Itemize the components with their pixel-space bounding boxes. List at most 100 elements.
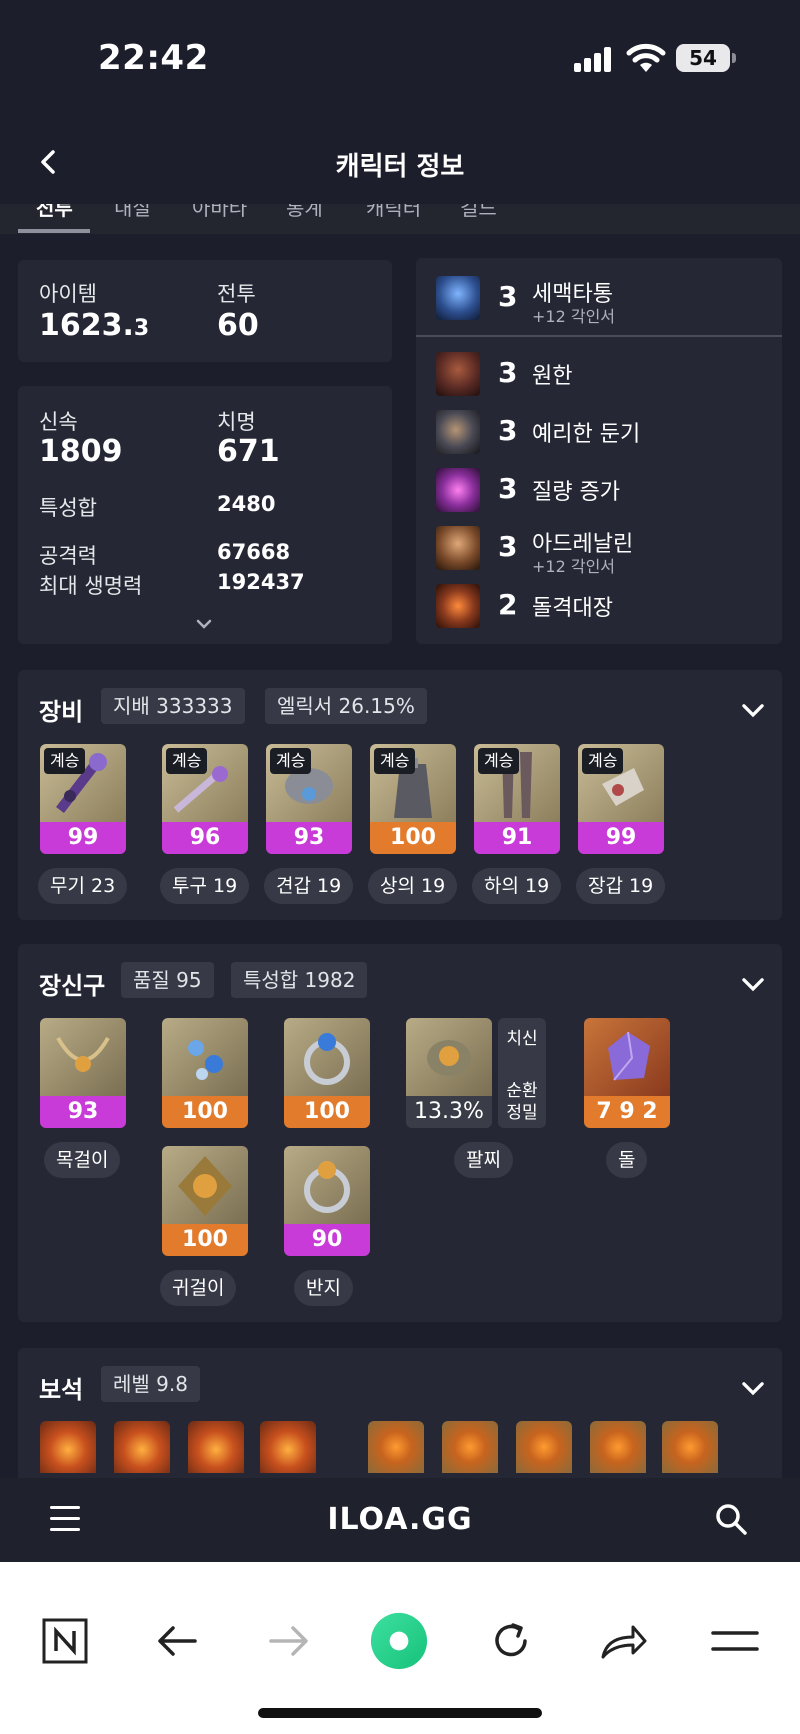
quality-value: 91 bbox=[474, 822, 560, 854]
quality-value: 99 bbox=[40, 822, 126, 854]
inherit-badge: 계승 bbox=[270, 748, 312, 774]
tab-avatar[interactable]: 아바타 bbox=[192, 204, 247, 221]
equipment-shoulder[interactable]: 계승 93 bbox=[266, 744, 352, 854]
combat-level-value: 60 bbox=[217, 308, 259, 343]
quality-value: 100 bbox=[162, 1224, 248, 1256]
status-time: 22:42 bbox=[98, 38, 209, 78]
quality-value: 99 bbox=[578, 822, 664, 854]
equipment-weapon[interactable]: 계승 99 bbox=[40, 744, 126, 854]
accessories-card: 장신구 품질 95 특성합 1982 bbox=[18, 944, 782, 1322]
arrow-right-icon bbox=[269, 1626, 308, 1656]
attack-label: 공격력 bbox=[39, 544, 97, 568]
refresh-button[interactable] bbox=[482, 1612, 540, 1670]
green-dot-icon bbox=[370, 1612, 428, 1670]
share-button[interactable] bbox=[594, 1612, 652, 1670]
naver-n-icon bbox=[42, 1618, 88, 1664]
tab-characters[interactable]: 캐릭터 bbox=[366, 204, 421, 221]
engraving-level: 3 bbox=[498, 530, 518, 563]
engraving-name: 원한 bbox=[532, 364, 573, 389]
active-tab-indicator bbox=[18, 229, 90, 233]
shoulder-label: 견갑 19 bbox=[264, 868, 354, 904]
elixir-chip: 엘릭서 26.15% bbox=[265, 688, 427, 724]
quality-value: 100 bbox=[162, 1096, 248, 1128]
earring-item[interactable]: 100 bbox=[162, 1018, 248, 1128]
bracelet-item[interactable]: 13.3% bbox=[406, 1018, 492, 1128]
tab-interior[interactable]: 내실 bbox=[114, 204, 151, 221]
earring-label: 귀걸이 bbox=[160, 1270, 237, 1306]
equipment-pants[interactable]: 계승 91 bbox=[474, 744, 560, 854]
page-title: 캐릭터 정보 bbox=[335, 152, 465, 182]
browser-menu-button[interactable] bbox=[706, 1612, 764, 1670]
green-dot-button[interactable] bbox=[370, 1612, 428, 1670]
app-bottom-bar: ILOA.GG bbox=[0, 1478, 800, 1562]
crit-label: 치명 bbox=[217, 410, 256, 434]
gem-annihilation-icon[interactable] bbox=[260, 1421, 316, 1473]
max-hp-label: 최대 생명력 bbox=[39, 574, 143, 598]
expand-chevron-icon[interactable] bbox=[196, 618, 212, 630]
inherit-badge: 계승 bbox=[582, 748, 624, 774]
crit-value: 671 bbox=[217, 434, 280, 469]
tab-guild[interactable]: 길드 bbox=[460, 204, 497, 221]
site-logo[interactable]: ILOA.GG bbox=[0, 1502, 800, 1537]
equipment-helmet[interactable]: 계승 96 bbox=[162, 744, 248, 854]
bracelet-effect: 치신 bbox=[506, 1029, 538, 1049]
gem-crimson-icon[interactable] bbox=[516, 1421, 572, 1473]
tab-stats[interactable]: 통계 bbox=[286, 204, 323, 221]
equipment-chest[interactable]: 계승 100 bbox=[370, 744, 456, 854]
ring-item[interactable]: 100 bbox=[284, 1018, 370, 1128]
engraving-level: 3 bbox=[498, 280, 518, 313]
collapse-chevron-icon[interactable] bbox=[740, 972, 766, 998]
equipment-gloves[interactable]: 계승 99 bbox=[578, 744, 664, 854]
gem-annihilation-icon[interactable] bbox=[40, 1421, 96, 1473]
gem-crimson-icon[interactable] bbox=[662, 1421, 718, 1473]
naver-home-button[interactable] bbox=[36, 1612, 94, 1670]
gem-annihilation-icon[interactable] bbox=[114, 1421, 170, 1473]
gem-crimson-icon[interactable] bbox=[368, 1421, 424, 1473]
item-level-value: 1623.3 bbox=[39, 308, 150, 343]
inherit-badge: 계승 bbox=[44, 748, 86, 774]
share-arrow-icon bbox=[601, 1625, 647, 1659]
quality-value: 90 bbox=[284, 1224, 370, 1256]
necklace-item[interactable]: 93 bbox=[40, 1018, 126, 1128]
gem-annihilation-icon[interactable] bbox=[188, 1421, 244, 1473]
collapse-chevron-icon[interactable] bbox=[740, 698, 766, 724]
ring-item[interactable]: 90 bbox=[284, 1146, 370, 1256]
battery-icon: 54 bbox=[676, 44, 736, 72]
gem-level-chip: 레벨 9.8 bbox=[101, 1366, 200, 1402]
earring-item[interactable]: 100 bbox=[162, 1146, 248, 1256]
pants-label: 하의 19 bbox=[472, 868, 562, 904]
menu-lines-icon bbox=[711, 1631, 759, 1651]
attack-value: 67668 bbox=[217, 540, 291, 564]
collapse-chevron-icon[interactable] bbox=[740, 1376, 766, 1402]
summary-card: 아이템 1623.3 전투 60 bbox=[18, 260, 392, 362]
engraving-icon bbox=[436, 352, 480, 396]
total-stats-label: 특성합 bbox=[39, 496, 97, 520]
inherit-badge: 계승 bbox=[166, 748, 208, 774]
gem-crimson-icon[interactable] bbox=[442, 1421, 498, 1473]
tab-combat[interactable]: 전투 bbox=[36, 204, 73, 221]
cellular-signal-icon bbox=[574, 46, 612, 72]
tab-bar: 전투 내실 아바타 통계 캐릭터 길드 bbox=[0, 204, 800, 234]
bracelet-effect: 정밀 bbox=[506, 1103, 538, 1123]
gem-crimson-icon[interactable] bbox=[590, 1421, 646, 1473]
max-hp-value: 192437 bbox=[217, 570, 305, 594]
browser-toolbar bbox=[0, 1562, 800, 1734]
engraving-book: +12 각인서 bbox=[532, 307, 616, 326]
browser-forward-button[interactable] bbox=[260, 1612, 318, 1670]
quality-value: 93 bbox=[266, 822, 352, 854]
engraving-name: 돌격대장 bbox=[532, 596, 613, 621]
quality-value: 100 bbox=[370, 822, 456, 854]
bracelet-effects: 치신 순환 정밀 bbox=[498, 1018, 546, 1128]
gems-title: 보석 bbox=[39, 1376, 84, 1404]
item-level-label: 아이템 bbox=[39, 282, 97, 306]
ability-stone-item[interactable]: 7 9 2 bbox=[584, 1018, 670, 1128]
necklace-label: 목걸이 bbox=[44, 1142, 121, 1178]
stats-total-chip: 특성합 1982 bbox=[231, 962, 368, 998]
refresh-icon bbox=[495, 1623, 527, 1657]
search-icon[interactable] bbox=[714, 1502, 748, 1536]
combat-level-label: 전투 bbox=[217, 282, 256, 306]
browser-back-button[interactable] bbox=[148, 1612, 206, 1670]
speed-label: 신속 bbox=[39, 410, 78, 434]
quality-value: 96 bbox=[162, 822, 248, 854]
inherit-badge: 계승 bbox=[478, 748, 520, 774]
